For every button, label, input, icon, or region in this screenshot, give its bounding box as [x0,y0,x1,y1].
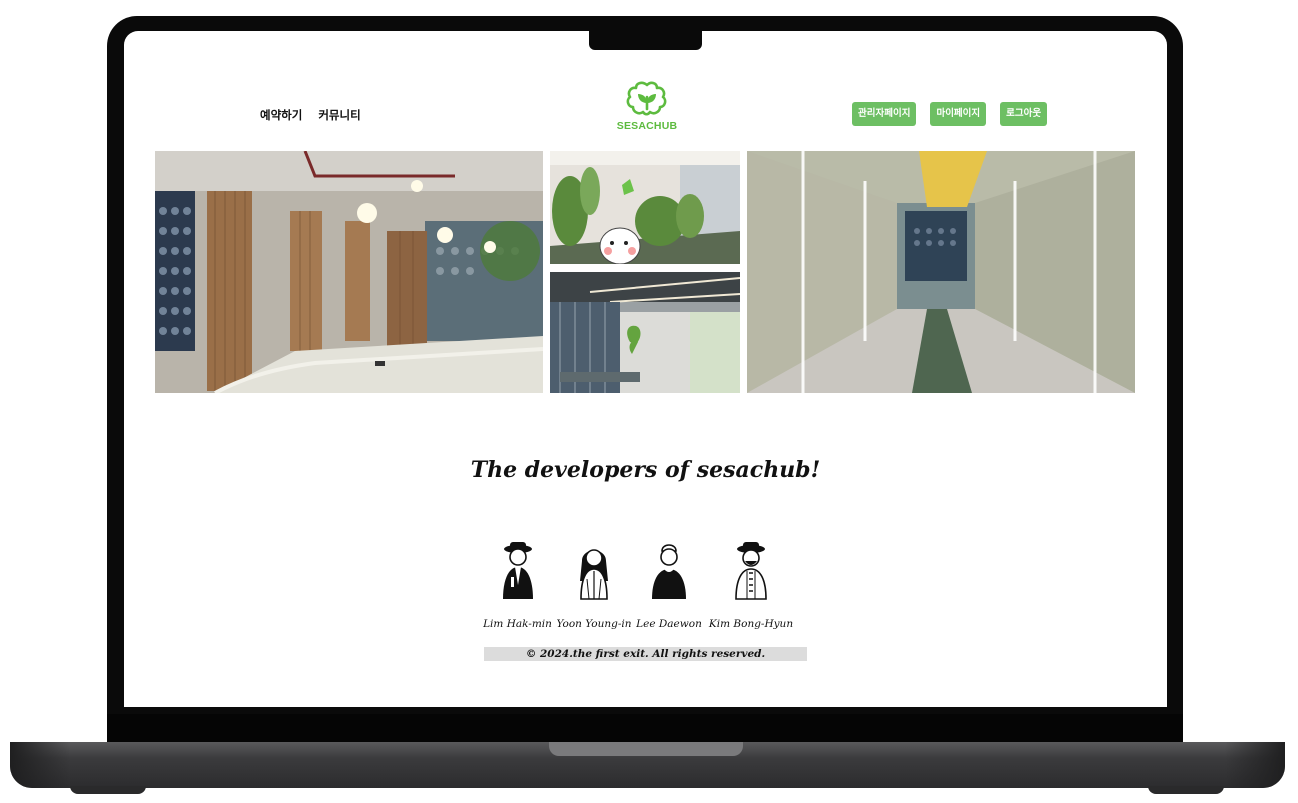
developers-title: The developers of sesachub! [470,457,821,483]
nav-link-community[interactable]: 커뮤니티 [318,107,360,123]
lounge-interior-photo [155,151,543,393]
my-page-button[interactable]: 마이페이지 [930,102,987,126]
camera-notch [589,31,702,50]
sprout-logo-icon [626,81,667,116]
developer-name: Lee Daewon [636,618,702,630]
user-nav: 관리자페이지 마이페이지 로그아웃 [852,102,1048,126]
developer-card: Lee Daewon [633,541,705,630]
developer-card: Kim Bong-Hyun [705,541,797,630]
copyright-footer: © 2024.the first exit. All rights reserv… [484,647,807,661]
admin-page-button[interactable]: 관리자페이지 [852,102,917,126]
long-hair-woman-avatar-icon [580,549,608,600]
developer-name: Yoon Young-in [556,618,632,630]
short-hair-man-avatar-icon [652,544,686,599]
nav-link-reservation[interactable]: 예약하기 [260,107,302,123]
hat-man-avatar-icon [502,542,533,599]
developers-list: Lim Hak-min Yoon Young-in Lee Daewon Kim… [480,541,797,630]
laptop-foot-right [1148,786,1224,794]
wall-plants-sign-photo [550,151,740,264]
laptop-hinge [107,714,1183,744]
developer-card: Lim Hak-min [480,541,555,630]
photo-gallery [155,151,1135,393]
developer-name: Lim Hak-min [483,618,552,630]
logo-text: SESACHUB [616,120,678,132]
corridor-photo [747,151,1135,393]
developer-name: Kim Bong-Hyun [708,618,794,630]
entrance-sign-photo [550,272,740,393]
laptop-opener-notch [549,742,743,756]
site-logo[interactable]: SESACHUB [614,81,680,132]
developer-card: Yoon Young-in [555,541,633,630]
main-nav: 예약하기 커뮤니티 [260,107,361,123]
laptop-foot-left [70,786,146,794]
laptop-screen: 예약하기 커뮤니티 SESACHUB 관리자페이지 마이페이지 로그아웃 The… [124,31,1167,707]
logout-button[interactable]: 로그아웃 [1000,102,1048,126]
hat-beard-man-avatar-icon [735,542,767,600]
